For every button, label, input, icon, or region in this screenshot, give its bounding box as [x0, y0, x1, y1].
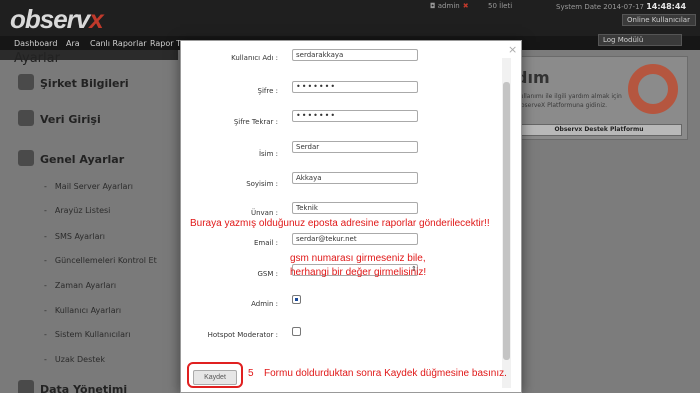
password-repeat-label: Şifre Tekrar :	[233, 118, 278, 126]
nav-search[interactable]: Ara	[66, 39, 80, 48]
system-date-label: System Date	[556, 3, 602, 11]
sidebar-section-data-entry[interactable]: Veri Girişi	[18, 110, 101, 126]
sidebar-section-general[interactable]: Genel Ayarlar	[18, 150, 124, 166]
user-icon: ◘	[430, 2, 438, 10]
sidebar-item-system-users[interactable]: Sistem Kullanıcıları	[44, 330, 131, 339]
sidebar-section-company[interactable]: Şirket Bilgileri	[18, 74, 129, 90]
online-users-button[interactable]: Online Kullanıcılar	[622, 14, 696, 26]
logo-text: observ	[10, 4, 90, 34]
title-label: Ünvan :	[250, 209, 278, 217]
general-settings-icon	[18, 150, 34, 166]
sidebar-item-mail-server[interactable]: Mail Server Ayarları	[44, 182, 133, 191]
password-input[interactable]: •••••••	[292, 81, 418, 93]
nav-live-reports[interactable]: Canlı Raporlar	[90, 39, 147, 48]
sidebar-section-label: Veri Girişi	[40, 113, 101, 126]
first-name-input[interactable]: Serdar	[292, 141, 418, 153]
sidebar-section-data-management[interactable]: Data Yönetimi	[18, 380, 127, 393]
email-input[interactable]: serdar@tekur.net	[292, 233, 418, 245]
sidebar-item-user-settings[interactable]: Kullanıcı Ayarları	[44, 306, 121, 315]
logo-accent: x	[89, 4, 104, 34]
gsm-annotation-line-1: gsm numarası girmeseniz bile,	[290, 253, 426, 264]
data-management-icon	[18, 380, 34, 393]
password-repeat-input[interactable]: •••••••	[292, 110, 418, 122]
sidebar-item-updates[interactable]: Güncellemeleri Kontrol Et	[44, 256, 157, 265]
system-clock: 14:48:44	[646, 2, 687, 11]
title-input[interactable]: Teknik	[292, 202, 418, 214]
gsm-annotation: gsm numarası girmeseniz bile, herhangi bi…	[290, 252, 426, 280]
gsm-annotation-line-2: herhangi bir değer girmelisiniz!	[290, 267, 427, 278]
sidebar-item-sms[interactable]: SMS Ayarları	[44, 232, 105, 241]
data-entry-icon	[18, 110, 34, 126]
support-platform-button[interactable]: Observx Destek Platformu	[516, 124, 682, 136]
first-name-label: İsim :	[258, 150, 278, 158]
observx-logo[interactable]: observx	[10, 4, 104, 35]
help-text: Kullanımı ile ilgili yardım almak için O…	[516, 93, 622, 109]
modal-scrollbar-thumb[interactable]	[503, 82, 510, 360]
company-icon	[18, 74, 34, 90]
username-label: Kullanıcı Adı :	[231, 54, 278, 62]
header-user[interactable]: ◘ admin ✖	[430, 2, 472, 14]
header-user-name: admin	[437, 2, 460, 10]
page-title: Ayarlar	[14, 51, 60, 66]
save-annotation: Formu doldurduktan sonra Kaydek düğmesin…	[264, 368, 507, 379]
sidebar-item-interface-list[interactable]: Arayüz Listesi	[44, 206, 111, 215]
sidebar-section-label: Data Yönetimi	[40, 383, 128, 393]
sidebar-item-remote-support[interactable]: Uzak Destek	[44, 355, 105, 364]
close-icon[interactable]: ×	[508, 43, 517, 56]
last-name-label: Soyisim :	[246, 180, 278, 188]
sidebar-section-label: Şirket Bilgileri	[40, 77, 129, 90]
sidebar-item-time[interactable]: Zaman Ayarları	[44, 281, 116, 290]
sidebar-section-label: Genel Ayarlar	[40, 153, 125, 166]
save-button-highlight	[187, 362, 243, 388]
email-annotation: Buraya yazmış olduğunuz eposta adresine …	[190, 218, 490, 229]
log-module-button[interactable]: Log Modülü	[598, 34, 682, 46]
admin-label: Admin :	[251, 300, 278, 308]
username-input[interactable]: serdarakkaya	[292, 49, 418, 61]
email-label: Email :	[253, 239, 278, 247]
password-label: Şifre :	[257, 87, 278, 95]
nav-dashboard[interactable]: Dashboard	[14, 39, 57, 48]
system-date-value: 2014-07-17	[603, 3, 644, 11]
header-system-date: System Date 2014-07-17 14:48:44	[556, 2, 686, 14]
last-name-input[interactable]: Akkaya	[292, 172, 418, 184]
header-unread[interactable]: 50 İleti	[488, 2, 512, 14]
admin-checkbox[interactable]	[292, 295, 301, 304]
gsm-label: GSM :	[257, 270, 279, 278]
logout-icon[interactable]: ✖	[463, 2, 469, 10]
hotspot-moderator-checkbox[interactable]	[292, 327, 301, 336]
lifebuoy-icon	[628, 64, 678, 114]
hotspot-moderator-label: Hotspot Moderator :	[207, 331, 278, 339]
step-number: 5	[248, 368, 254, 379]
